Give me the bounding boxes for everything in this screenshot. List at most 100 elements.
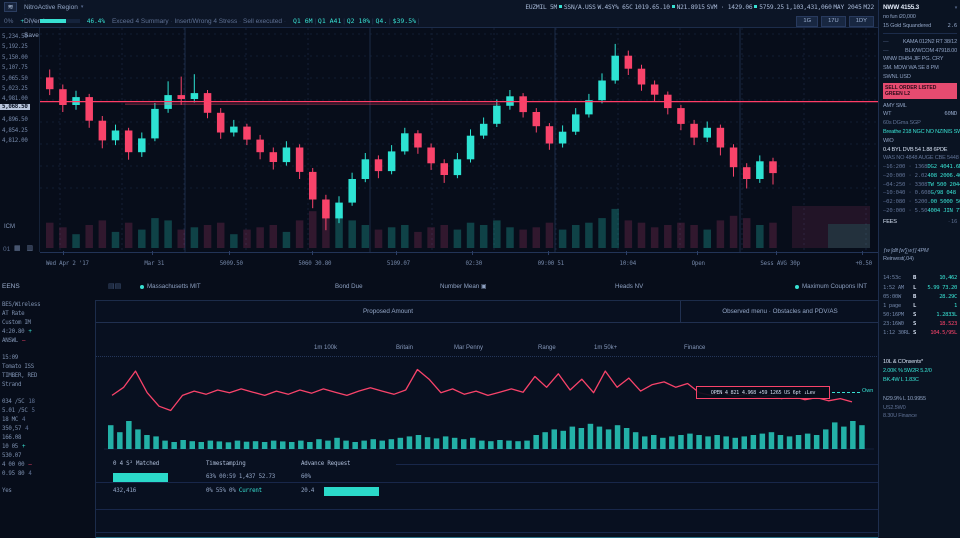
watchlist-row[interactable]: Yes: [0, 486, 95, 495]
time-tick-label: Wed Apr 2 '17: [46, 261, 89, 267]
axis-tool-icons[interactable]: ▦ ▥: [14, 244, 35, 252]
add-button[interactable]: +: [20, 18, 24, 25]
ticker-stats: EUZMIL 5M SSN/A.USS W.4SY% 65C 1019.65.1…: [525, 4, 874, 11]
row2-stat: Q1 A41: [318, 17, 341, 25]
menu-item-5[interactable]: Save: [24, 32, 83, 39]
ticker-stat: N21.8915: [672, 4, 705, 11]
watchlist-label: 4:20.80: [2, 329, 24, 335]
legend-item-5[interactable]: Maximum Coupons INT: [795, 283, 867, 290]
time-tick-label: Mar 31: [144, 261, 164, 267]
quote-row[interactable]: 04:250 · 3308TW 500 2044: [883, 180, 957, 189]
legend-item-4[interactable]: Heads NV: [615, 283, 643, 290]
quote-value: G/98 048 .03: [931, 190, 960, 196]
watchlist-row[interactable]: AT Rate: [0, 309, 95, 318]
secondary-menu-group: Exceed 4 Summary · Insert/Wrong 4 Stress…: [112, 18, 286, 25]
symbol-header[interactable]: NWW 4155.3▾: [883, 3, 957, 13]
trade-row[interactable]: 1:12 30RLS104.5/95L: [883, 329, 957, 338]
watchlist-row[interactable]: 5.01 /5C 5: [0, 406, 95, 415]
trade-row[interactable]: 50:16PMS1.2833L: [883, 311, 957, 320]
ticker-stat: MAY 2045: [833, 4, 861, 11]
symbol-title: NWW 4155.3: [883, 4, 919, 11]
legend-label: Number Mean ▣: [440, 283, 487, 290]
fees-label: FEES: [883, 219, 897, 225]
spacer: [883, 338, 957, 348]
quote-row[interactable]: 10:040 · 0.608G/98 048 .03: [883, 189, 957, 198]
watchlist-row[interactable]: 15:09: [0, 353, 95, 362]
divider: [96, 482, 879, 483]
divider: [96, 532, 879, 533]
tab-proposed-amount[interactable]: Proposed Amount: [96, 301, 681, 322]
submenu-item-2[interactable]: Insert/Wrong 4 Stress: [174, 18, 237, 25]
feed-row[interactable]: 60s DGma SGP: [883, 119, 957, 128]
footer-row: N29.9% L 10.9955: [883, 394, 957, 403]
feed-text: WAS NO 4848 AUGE CBE 5448: [883, 155, 959, 161]
watchlist-delta: 5: [32, 408, 35, 414]
ticker-stat: EUZMIL 5M: [525, 4, 557, 11]
alert-row[interactable]: SELL ORDER LISTED GREEN L2: [883, 83, 957, 99]
legend-item-3[interactable]: Number Mean ▣: [440, 283, 487, 290]
trade-row[interactable]: 1 pageL1: [883, 301, 957, 310]
feed-row[interactable]: WT60ND: [883, 110, 957, 119]
feed-row[interactable]: WIO: [883, 136, 957, 145]
feed-row[interactable]: 0.4 BYL DVB 54 1.88 6PDE: [883, 145, 957, 154]
watchlist-row[interactable]: 034 /5C18: [0, 397, 95, 406]
trade-row[interactable]: 14:53cB10,462: [883, 274, 957, 283]
indicator-chart[interactable]: [104, 359, 874, 455]
tab-observed-menu[interactable]: Observed menu · Obstacles and PDV/AS: [681, 301, 879, 322]
column-header: 1m 50k+: [594, 345, 617, 351]
trade-row[interactable]: 1:52 AML5.99 73.20: [883, 283, 957, 292]
watchlist-row[interactable]: ANSWL–: [0, 336, 95, 345]
feed-text: BLK/WCOM 47918.00: [905, 48, 957, 54]
feed-row[interactable]: KAMA 012N2 RT 38/12: [883, 37, 957, 46]
candlestick-chart[interactable]: [40, 28, 878, 252]
feed-row[interactable]: SWNL USD: [883, 72, 957, 81]
footer-text: US2.5W0: [883, 405, 906, 411]
quote-row[interactable]: 02:080 · 5200.00 5000 505: [883, 198, 957, 207]
watchlist-row[interactable]: 530.07: [0, 451, 95, 460]
quote-row[interactable]: 20:000 · 5.504004 JIN 770: [883, 207, 957, 216]
watchlist-label: 5.01 /5C: [2, 408, 28, 414]
price-annotation-box: OPEN 4 821 4.968 +59 1265 US 6pt ↓Lev: [696, 386, 830, 399]
watchlist-row[interactable]: 350,574: [0, 424, 95, 433]
legend-item-1[interactable]: Massachusetts MIT: [140, 283, 201, 290]
watchlist-delta: 4: [25, 426, 28, 432]
watchlist-label: 15:09: [2, 355, 18, 361]
watchlist-row[interactable]: 0.95 804: [0, 469, 95, 478]
trade-row[interactable]: 05:00WB28.29C: [883, 292, 957, 301]
feed-row[interactable]: Breathe 218 NGC NO NZINIS SW: [883, 128, 957, 137]
timeframe-button-1dy[interactable]: 1DY: [849, 16, 874, 27]
feed-row[interactable]: SM. MDW WA SE 8 PM: [883, 64, 957, 73]
quote-row[interactable]: 16:200 · 1368DG2 4041.6M: [883, 163, 957, 172]
submenu-item-1[interactable]: Exceed 4 Summary: [112, 18, 169, 25]
timeframe-button-17u[interactable]: 17U: [821, 16, 846, 27]
watchlist-row[interactable]: 4:20.80+: [0, 327, 95, 336]
feed-row[interactable]: WAS NO 4848 AUGE CBE 5448: [883, 154, 957, 163]
row2-stat: Q4.: [376, 17, 388, 25]
timeframe-button-1g[interactable]: 1G: [796, 16, 818, 27]
watchlist-row[interactable]: Tomato ISS: [0, 362, 95, 371]
app-logo-icon[interactable]: ≋: [4, 2, 17, 12]
feed-text: Breathe 218 NGC NO NZINIS SW: [883, 129, 960, 135]
watchlist-row[interactable]: 4 00 00–: [0, 460, 95, 469]
menu-item-3[interactable]: NitroActive Region▾: [24, 4, 83, 11]
ticker-stat: 1019.65.10: [635, 4, 670, 11]
submenu-item-3[interactable]: Sell executed: [243, 18, 282, 25]
watchlist-row[interactable]: 18 MC4: [0, 415, 95, 424]
watchlist-label: Tomato ISS: [2, 364, 34, 370]
watchlist-row[interactable]: Strand: [0, 380, 95, 389]
footer-row: US2.5W0: [883, 403, 957, 412]
legend-item-2[interactable]: Bond Due: [335, 283, 363, 290]
spacer: [0, 478, 95, 486]
watchlist-row[interactable]: Custom IM: [0, 318, 95, 327]
feed-row[interactable]: WNW DH84 JIF PG. CRY: [883, 55, 957, 64]
watchlist-row[interactable]: 166.08: [0, 433, 95, 442]
quote-row[interactable]: 20:000 · 2.02408 2006.40: [883, 172, 957, 181]
watchlist-row[interactable]: TIMBER, RED: [0, 371, 95, 380]
table-c-progress-bar: [324, 487, 379, 496]
feed-row[interactable]: BLK/WCOM 47918.00: [883, 46, 957, 55]
trade-row[interactable]: 23:16W0S18.523: [883, 320, 957, 329]
watchlist-row[interactable]: BES/Wireless: [0, 300, 95, 309]
watchlist-row[interactable]: 10 05+: [0, 442, 95, 451]
feed-row[interactable]: AMY SML: [883, 101, 957, 110]
right-side-panel: NWW 4155.3▾no fun i20,00015 Gold Squande…: [878, 0, 960, 538]
